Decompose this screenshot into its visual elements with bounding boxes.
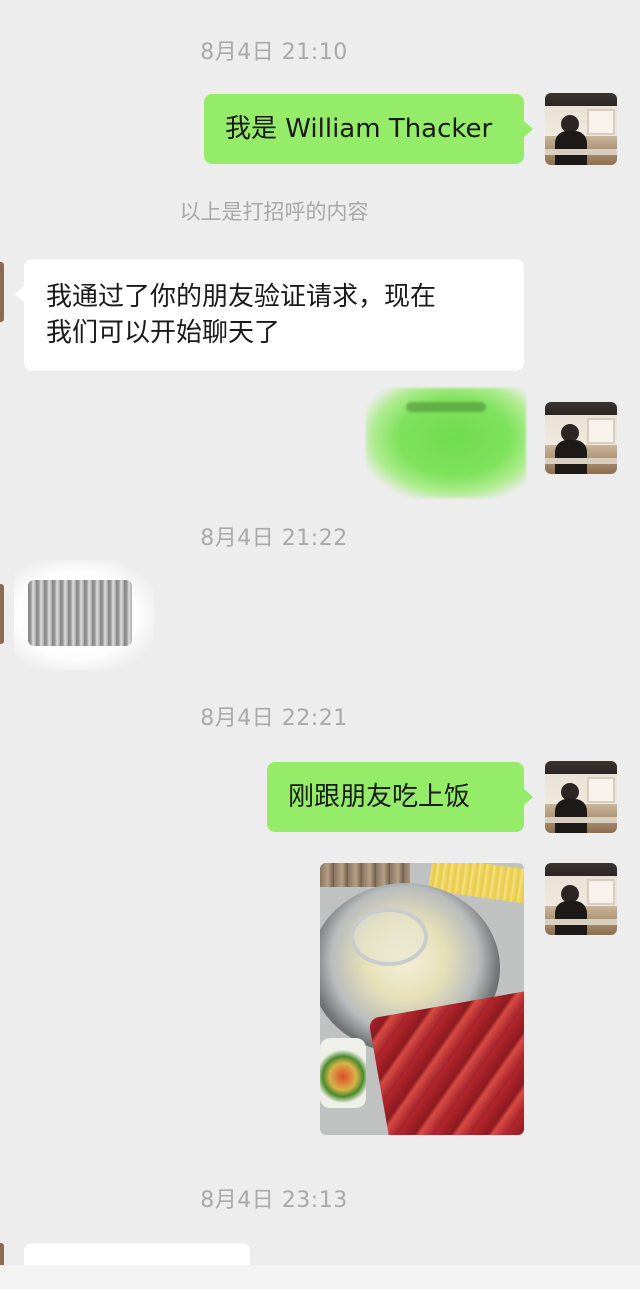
timestamp: 8月4日 22:21 [200,706,348,731]
self-avatar-icon[interactable] [545,93,617,165]
message-text: 刚跟朋友吃上饭 [288,782,471,812]
timestamp: 8月4日 23:13 [200,1188,348,1213]
peer-avatar-edge[interactable] [0,584,4,644]
message-text-line-2: 我们可以开始聊天了 [46,318,281,348]
redacted-incoming-message[interactable] [14,560,154,670]
hotpot-photo-message[interactable] [320,863,524,1135]
timestamp: 8月4日 21:10 [200,40,348,65]
bottom-edge [0,1265,640,1289]
message-text: 我是 William Thacker [225,114,493,144]
self-avatar-icon[interactable] [545,402,617,474]
redacted-outgoing-message[interactable] [366,388,526,498]
outgoing-message-dinner[interactable]: 刚跟朋友吃上饭 [267,762,533,832]
peer-avatar-edge[interactable] [0,262,4,322]
outgoing-message-greeting[interactable]: 我是 William Thacker [204,94,533,164]
chat-screen: 8月4日 21:10 我是 William Thacker 以上是打招呼的内容 … [0,0,640,1289]
timestamp: 8月4日 21:22 [200,526,348,551]
system-note: 以上是打招呼的内容 [179,200,369,224]
self-avatar-icon[interactable] [545,761,617,833]
message-text-line-1: 我通过了你的朋友验证请求，现在 [46,282,437,312]
self-avatar-icon[interactable] [545,863,617,935]
incoming-message-accept[interactable]: 我通过了你的朋友验证请求，现在 我们可以开始聊天了 [15,259,524,371]
